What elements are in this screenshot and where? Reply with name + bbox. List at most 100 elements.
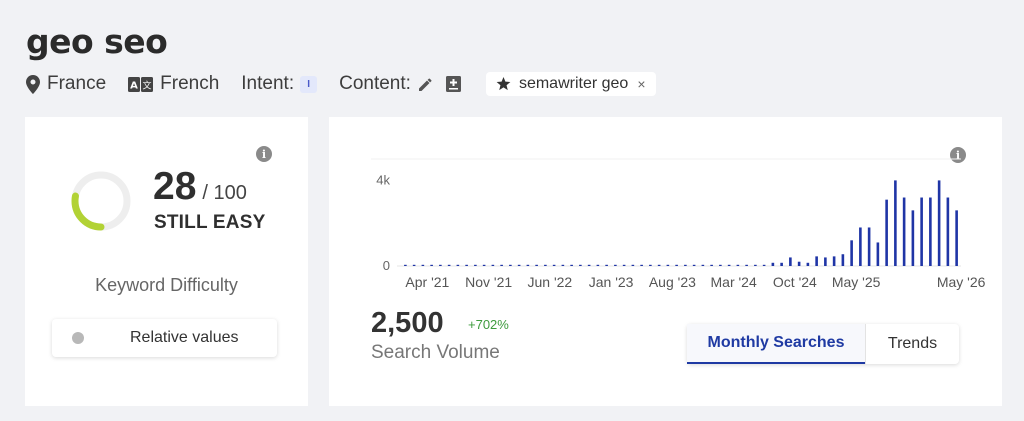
page-title: geo seo [26,22,168,61]
tab-monthly-searches[interactable]: Monthly Searches [687,324,865,364]
chart-bar[interactable] [797,261,801,266]
chart-bar[interactable] [710,264,713,266]
chart-bar[interactable] [955,210,958,266]
x-tick-label: Jun '22 [528,274,573,290]
chart-bar[interactable] [894,180,897,266]
chart-bar[interactable] [920,197,923,266]
content: Content: [339,73,468,95]
chart-bar[interactable] [605,264,608,266]
chart-bar[interactable] [885,199,888,266]
chart-bar[interactable] [552,264,556,266]
chart-bar[interactable] [596,264,600,266]
relative-values-label: Relative values [130,329,239,346]
difficulty-score-max: / 100 [202,182,247,204]
chart-bar[interactable] [841,254,845,266]
chart-bar[interactable] [911,210,915,266]
x-tick-label: May '26 [937,274,986,290]
chart-bar[interactable] [692,264,696,266]
chart-bar[interactable] [474,264,477,266]
chart-bar[interactable] [526,264,530,266]
chart-bar[interactable] [902,197,906,266]
chart-bar[interactable] [570,264,573,266]
chart-bar[interactable] [806,262,810,266]
chart-bar[interactable] [745,264,748,266]
chart-bar[interactable] [544,264,547,266]
chart-bar[interactable] [727,264,731,266]
chart-bar[interactable] [535,264,538,266]
content-label: Content: [339,73,411,94]
chart-bar[interactable] [859,227,862,266]
difficulty-level: STILL EASY [154,212,266,233]
chart-bar[interactable] [482,264,486,266]
difficulty-caption: Keyword Difficulty [95,275,238,295]
chart-bar[interactable] [946,197,950,266]
chart-bar[interactable] [517,264,521,266]
chart-bar[interactable] [447,264,451,266]
chart-bar[interactable] [771,262,775,266]
chart-bar[interactable] [649,264,652,266]
chart-bar[interactable] [439,264,442,266]
difficulty-ring [71,171,131,231]
monthly-searches-chart: 0 4k Apr '21 Nov '21 Jun '22 Jan '23 Aug '23 Ma… [371,158,986,290]
location[interactable]: France [26,73,106,95]
chart-bar[interactable] [614,264,617,266]
chart-bar[interactable] [666,264,670,266]
chart-bar[interactable] [929,197,932,266]
chart-bar[interactable] [850,240,853,266]
chart-bar[interactable] [579,264,582,266]
chart-bar[interactable] [937,180,941,266]
chart-bar[interactable] [736,264,740,266]
chart-bar[interactable] [456,264,460,266]
toggle-knob[interactable] [72,332,84,344]
chart-bar[interactable] [780,262,783,266]
chart-bar[interactable] [631,264,635,266]
chart-bar[interactable] [622,264,626,266]
chart-bar[interactable] [412,264,416,266]
x-tick-label: Oct '24 [773,274,817,290]
chart-bar[interactable] [876,242,880,266]
difficulty-score: 28 / 100 [153,165,247,209]
y-tick-label: 4k [376,172,390,187]
chart-bar[interactable] [789,257,792,266]
language-label: French [160,73,220,94]
chart-bar[interactable] [832,256,836,266]
translate-icon: A 文 [128,76,154,92]
chart-bar[interactable] [500,264,503,266]
chart-bar[interactable] [867,227,871,266]
add-document-icon[interactable] [445,76,461,92]
chart-bar[interactable] [675,264,678,266]
chart-bar[interactable] [404,264,407,266]
info-icon[interactable]: i [256,146,272,162]
x-tick-label: May '25 [832,274,881,290]
search-volume-value: 2,500 [371,307,444,339]
chart-bar[interactable] [587,264,591,266]
project-tag[interactable]: semawriter geo × [485,72,656,96]
pencil-icon[interactable] [418,77,433,92]
chart-bar[interactable] [509,264,512,266]
intent-badge[interactable]: I [300,75,318,93]
chart-bar[interactable] [762,264,766,266]
language[interactable]: A 文 French [128,73,219,95]
relative-values-toggle[interactable]: Relative values [52,319,277,357]
chart-bar[interactable] [561,264,565,266]
chart-bar[interactable] [640,264,643,266]
chart-bar[interactable] [754,264,757,266]
chart-bar[interactable] [815,256,818,266]
chart-bar[interactable] [491,264,495,266]
chart-bar[interactable] [719,264,722,266]
chart-bar[interactable] [684,264,687,266]
keyword-meta-bar: France A 文 French Intent: I Content: sem… [26,72,656,96]
chart-bar[interactable] [657,264,661,266]
x-tick-label: Jan '23 [589,274,634,290]
chart-bar[interactable] [430,264,433,266]
svg-text:A: A [130,80,138,91]
chart-bar[interactable] [824,257,827,266]
tab-trends[interactable]: Trends [865,324,959,364]
chart-bar[interactable] [701,264,705,266]
x-tick-label: Nov '21 [465,274,512,290]
remove-tag-icon[interactable]: × [637,76,645,92]
chart-mode-tabs: Monthly Searches Trends [687,324,959,364]
chart-bar[interactable] [421,264,425,266]
chart-bar[interactable] [465,264,468,266]
svg-text:文: 文 [143,79,152,91]
